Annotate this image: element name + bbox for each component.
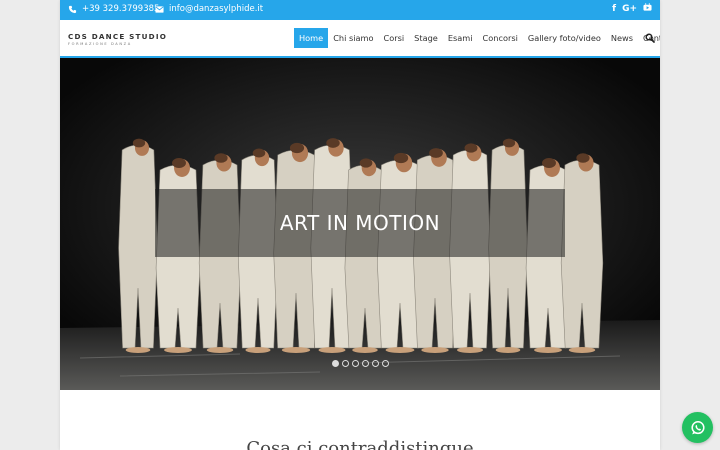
main-navbar: CDS DANCE STUDIO FORMAZIONE DANZA Home C… (60, 20, 660, 58)
slider-pagination (332, 360, 389, 367)
slider-dot[interactable] (362, 360, 369, 367)
nav-menu: Home Chi siamo Corsi Stage Esami Concors… (294, 28, 660, 48)
nav-item-esami[interactable]: Esami (443, 28, 478, 48)
nav-item-home[interactable]: Home (294, 28, 329, 48)
email-contact[interactable]: info@danzasylphide.it (155, 4, 263, 14)
slider-dot[interactable] (372, 360, 379, 367)
email-address[interactable]: info@danzasylphide.it (169, 4, 263, 14)
nav-item-stage[interactable]: Stage (409, 28, 443, 48)
top-info-bar: +39 329.3799385 info@danzasylphide.it f … (60, 0, 660, 20)
slider-dot[interactable] (332, 360, 339, 367)
hero-caption: ART IN MOTION (279, 211, 441, 235)
logo-subtitle: FORMAZIONE DANZA (68, 42, 132, 46)
slider-dot[interactable] (352, 360, 359, 367)
whatsapp-button[interactable] (682, 412, 713, 443)
phone-contact[interactable]: +39 329.3799385 (68, 4, 159, 14)
slider-dot[interactable] (382, 360, 389, 367)
section-heading: Cosa ci contraddistingue (246, 438, 474, 450)
phone-icon (68, 5, 77, 13)
slider-dot[interactable] (342, 360, 349, 367)
nav-item-concorsi[interactable]: Concorsi (478, 28, 523, 48)
hero-caption-box: ART IN MOTION (155, 189, 565, 257)
site-logo[interactable]: CDS DANCE STUDIO FORMAZIONE DANZA (68, 32, 167, 46)
nav-item-gallery[interactable]: Gallery foto/video (523, 28, 606, 48)
whatsapp-icon (690, 420, 705, 434)
search-icon[interactable] (645, 33, 655, 43)
hero-slider[interactable]: ART IN MOTION (60, 58, 660, 390)
social-links: f G+ (612, 3, 652, 15)
facebook-icon[interactable]: f (612, 4, 616, 14)
google-plus-icon[interactable]: G+ (622, 4, 637, 14)
phone-number[interactable]: +39 329.3799385 (82, 4, 159, 14)
nav-item-corsi[interactable]: Corsi (379, 28, 410, 48)
logo-title: CDS DANCE STUDIO (68, 32, 168, 41)
page-container: +39 329.3799385 info@danzasylphide.it f … (60, 0, 660, 450)
nav-item-chi-siamo[interactable]: Chi siamo (328, 28, 378, 48)
youtube-icon[interactable] (643, 3, 652, 15)
nav-item-news[interactable]: News (606, 28, 638, 48)
envelope-icon (155, 5, 164, 13)
